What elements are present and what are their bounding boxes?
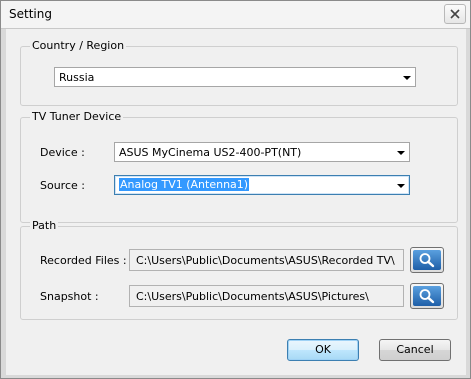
close-icon	[450, 9, 460, 19]
settings-dialog: Setting Country / Region Russia TV Tuner…	[0, 0, 471, 379]
title-bar: Setting	[1, 1, 470, 29]
path-group: Path Recorded Files : C:\Users\Public\Do…	[20, 219, 458, 320]
cancel-button[interactable]: Cancel	[379, 339, 451, 361]
country-select[interactable]: Russia	[54, 67, 416, 87]
ok-button[interactable]: OK	[287, 339, 359, 361]
tv-tuner-title: TV Tuner Device	[30, 110, 124, 123]
country-region-group: Country / Region Russia	[20, 39, 458, 106]
recorded-files-label: Recorded Files :	[40, 254, 127, 267]
magnifier-icon	[419, 253, 435, 268]
magnifier-icon	[419, 289, 435, 304]
source-label: Source :	[40, 179, 85, 192]
chevron-down-icon	[397, 151, 405, 155]
device-label: Device :	[40, 146, 85, 159]
snapshot-value: C:\Users\Public\Documents\ASUS\Pictures\	[136, 290, 369, 303]
source-select-value: Analog TV1 (Antenna1)	[119, 178, 250, 191]
recorded-files-path: C:\Users\Public\Documents\ASUS\Recorded …	[129, 249, 404, 271]
chevron-down-icon	[403, 76, 411, 80]
snapshot-path: C:\Users\Public\Documents\ASUS\Pictures\	[129, 285, 404, 307]
device-select[interactable]: ASUS MyCinema US2-400-PT(NT)	[114, 142, 410, 162]
source-select[interactable]: Analog TV1 (Antenna1)	[114, 175, 410, 195]
country-select-value: Russia	[59, 71, 95, 84]
dialog-body: Country / Region Russia TV Tuner Device …	[6, 29, 466, 375]
country-region-title: Country / Region	[30, 39, 127, 52]
snapshot-label: Snapshot :	[40, 290, 99, 303]
snapshot-browse-button[interactable]	[410, 283, 444, 309]
device-select-value: ASUS MyCinema US2-400-PT(NT)	[119, 146, 302, 159]
window-title: Setting	[9, 7, 52, 21]
chevron-down-icon	[397, 184, 405, 188]
tv-tuner-group: TV Tuner Device Device : ASUS MyCinema U…	[20, 110, 458, 223]
recorded-files-browse-button[interactable]	[410, 247, 444, 273]
path-title: Path	[30, 219, 59, 232]
recorded-files-value: C:\Users\Public\Documents\ASUS\Recorded …	[136, 254, 395, 267]
close-button[interactable]	[444, 4, 466, 24]
